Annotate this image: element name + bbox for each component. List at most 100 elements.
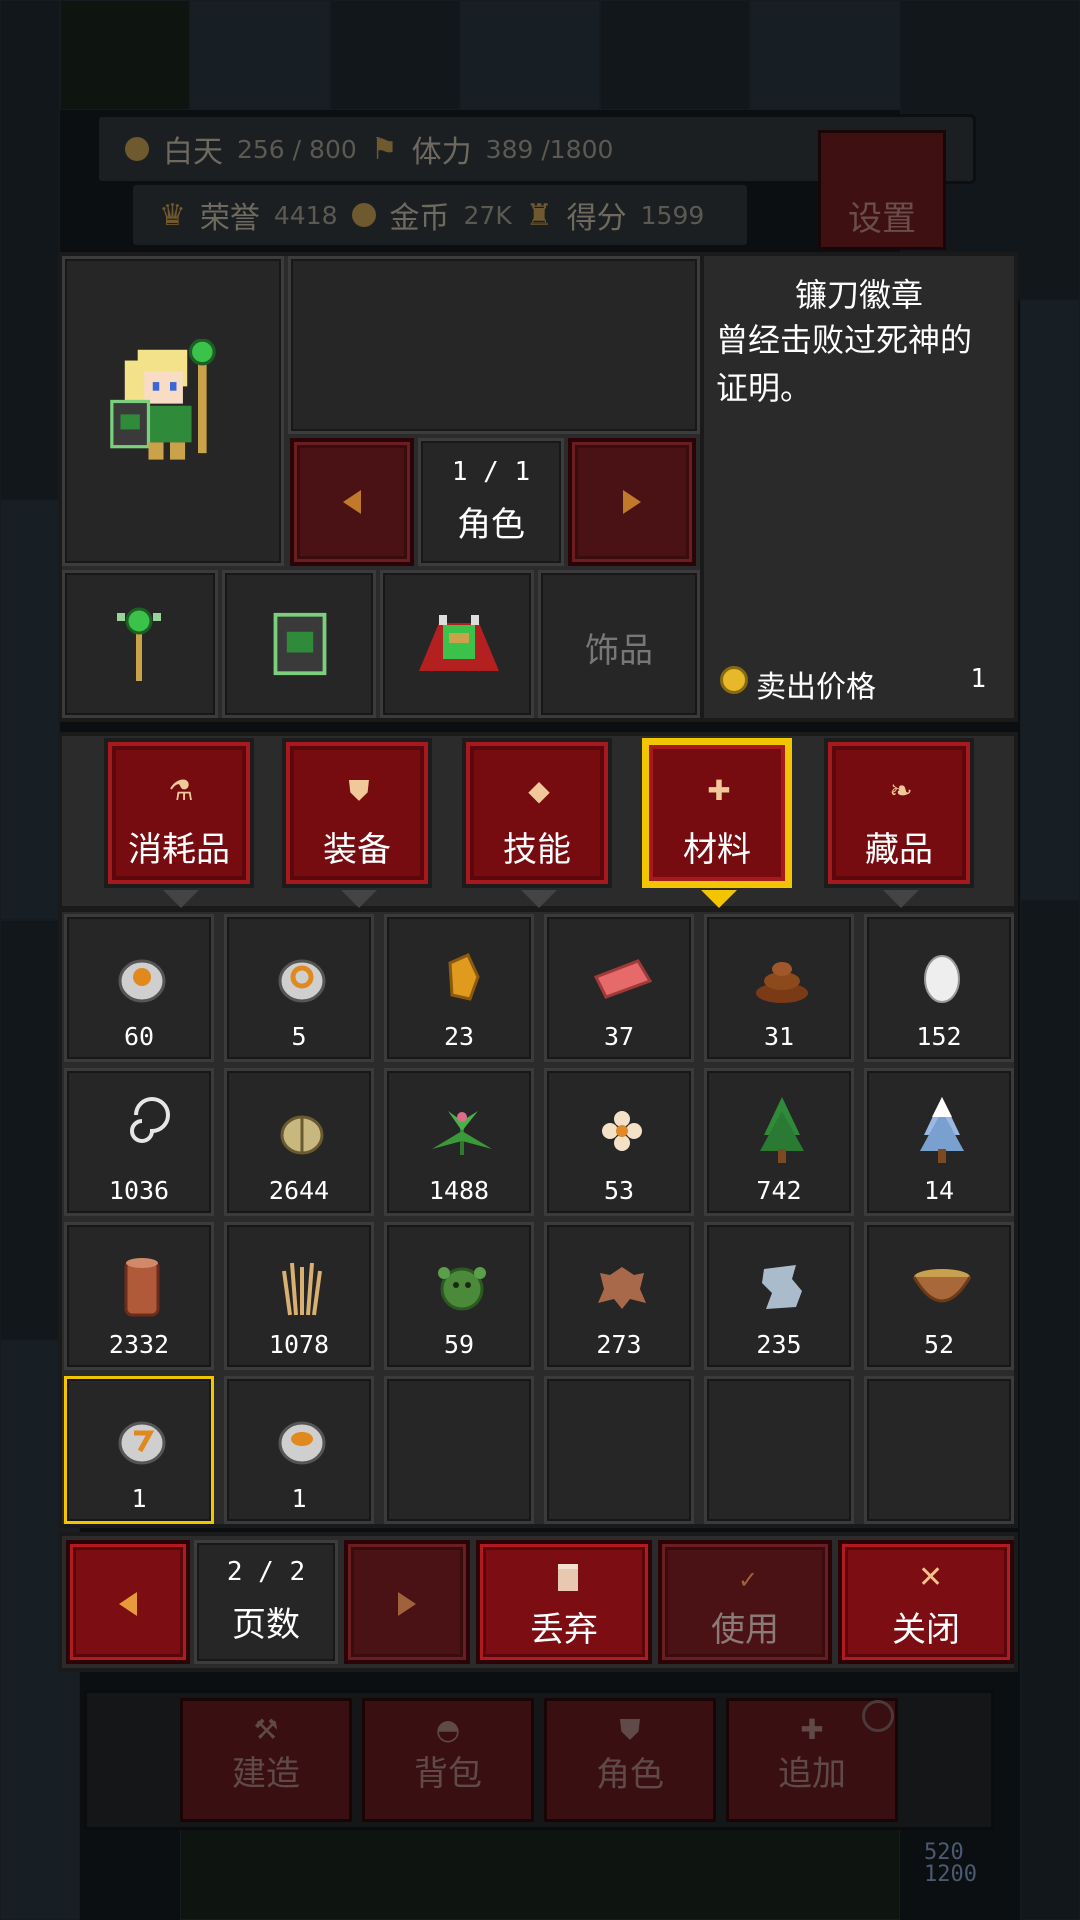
item-count: 2332 [108,1330,170,1359]
close-button[interactable]: ✕ 关闭 [838,1540,1014,1664]
inventory-slot[interactable]: 742 [704,1068,854,1216]
character-next-button[interactable] [568,438,696,566]
seed-pod-icon [280,1115,324,1155]
cross-icon: ✚ [707,774,731,807]
stamina-value: 389 /1800 [485,134,614,164]
bowl-icon [912,1269,972,1303]
hammer-icon: ⚒ [253,1713,279,1746]
egg-icon [924,955,960,1003]
page-next-button[interactable] [344,1540,470,1664]
arrow-left-icon [119,1592,137,1616]
character-name-slot [288,256,700,434]
inventory-slot[interactable]: 31 [704,914,854,1062]
tab-3[interactable]: ✚ 材料 [642,738,792,908]
cloth-scrap-icon [762,1265,802,1309]
item-count: 1078 [268,1330,330,1359]
accessory-slot[interactable]: 饰品 [538,570,700,718]
cape-armor-icon [419,615,499,671]
item-count: 273 [596,1330,642,1359]
resource-stat-1: 520 [924,1840,964,1865]
inventory-slot[interactable]: 37 [544,914,694,1062]
leather-hide-icon [598,1267,646,1309]
inventory-slot[interactable]: 23 [384,914,534,1062]
trash-icon [558,1564,578,1591]
inventory-slot[interactable]: 235 [704,1222,854,1370]
page-number: 2 / 2 [226,1557,306,1587]
use-label: 使用 [711,1610,779,1650]
inventory-slot[interactable]: 1488 [384,1068,534,1216]
build-button[interactable]: ⚒ 建造 [180,1698,352,1822]
shield-icon: ⛊ [619,1713,641,1746]
item-count: 37 [603,1022,635,1051]
diamond-icon: ◆ [528,774,550,807]
item-count: 1 [291,1484,307,1513]
spiral-thread-icon [130,1097,170,1143]
discard-button[interactable]: 丢弃 [476,1540,652,1664]
close-icon: ✕ [918,1560,944,1595]
bag-button[interactable]: ◓ 背包 [362,1698,534,1822]
inventory-slot[interactable]: 1 [64,1376,214,1524]
honor-label: 荣誉 [199,201,260,236]
inventory-slot[interactable]: 53 [544,1068,694,1216]
page-label: 页数 [232,1605,300,1645]
flask-icon: ⚗ [168,774,194,807]
character-prev-button[interactable] [290,438,414,566]
character-portrait-slot[interactable] [62,256,284,566]
log-icon [124,1258,160,1317]
inventory-slot-empty[interactable] [544,1376,694,1524]
inventory-slot[interactable]: 1 [224,1376,374,1524]
page-prev-button[interactable] [66,1540,190,1664]
discard-label: 丢弃 [530,1610,598,1650]
inventory-slot[interactable]: 152 [864,914,1014,1062]
inventory-slot[interactable]: 14 [864,1068,1014,1216]
character-page-number: 1 / 1 [451,457,531,487]
use-button[interactable]: ✓ 使用 [658,1540,832,1664]
resource-stat-2: 1200 [924,1862,977,1887]
shield-slot[interactable] [222,570,376,718]
character-sprite-icon [110,339,216,460]
character-nav-label: 角色 [596,1755,664,1795]
inventory-slot[interactable]: 59 [384,1222,534,1370]
add-label: 追加 [778,1754,846,1794]
inventory-slot[interactable]: 1078 [224,1222,374,1370]
item-count: 60 [123,1022,155,1051]
tab-pointer-icon [341,890,377,908]
character-nav-button[interactable]: ⛊ 角色 [544,1698,716,1822]
herb-plant-icon [432,1111,492,1155]
coin-icon [351,203,376,227]
inventory-slot[interactable]: 52 [864,1222,1014,1370]
tab-1[interactable]: ⛊ 装备 [282,738,432,908]
tab-pointer-icon [883,890,919,908]
arrow-right-icon [398,1592,416,1616]
score-value: 1599 [640,200,705,230]
item-count: 1036 [108,1176,170,1205]
inventory-slot-empty[interactable] [704,1376,854,1524]
arrow-right-icon [623,490,641,514]
settings-button[interactable]: 设置 [818,130,946,250]
badge-skull-icon [118,959,166,1003]
tab-0[interactable]: ⚗ 消耗品 [104,738,254,908]
inventory-slot[interactable]: 2332 [64,1222,214,1370]
tab-2[interactable]: ◆ 技能 [462,738,612,908]
weapon-slot[interactable] [62,570,218,718]
inventory-slot[interactable]: 60 [64,914,214,1062]
tab-pointer-icon [163,890,199,908]
item-count: 5 [291,1022,307,1051]
item-count: 1 [131,1484,147,1513]
inventory-slot[interactable]: 273 [544,1222,694,1370]
day-label: 白天 [163,135,223,170]
amber-shard-icon [448,953,480,1001]
item-count: 31 [763,1022,795,1051]
inventory-slot[interactable]: 2644 [224,1068,374,1216]
green-slime-icon [438,1267,486,1311]
resource-readout: 520 1200 [924,1842,977,1886]
bag-label: 背包 [414,1754,482,1794]
score-label: 得分 [566,201,627,236]
tab-4[interactable]: ❧ 藏品 [824,738,974,908]
armor-slot[interactable] [380,570,534,718]
inventory-slot-empty[interactable] [864,1376,1014,1524]
inventory-slot[interactable]: 5 [224,914,374,1062]
inventory-slot-empty[interactable] [384,1376,534,1524]
inventory-slot[interactable]: 1036 [64,1068,214,1216]
item-count: 59 [443,1330,475,1359]
